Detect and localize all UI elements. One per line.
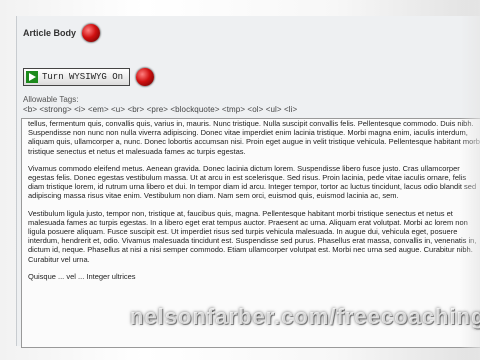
red-help-orb-icon-2[interactable] — [136, 68, 155, 86]
red-help-orb-icon[interactable] — [82, 24, 101, 42]
allowable-tags-list: <b> <strong> <i> <em> <u> <br> <pre> <bl… — [23, 105, 298, 114]
editor-paragraph: Quisque ... vel ... Integer ultrices — [28, 271, 136, 281]
video-watermark: nelsonfarber.com/freecoaching — [130, 304, 480, 329]
turn-wysiwyg-on-button[interactable]: Turn WYSIWYG On — [23, 68, 131, 86]
article-body-label: Article Body — [23, 28, 77, 38]
article-body-panel: Article Body Turn WYSIWYG On Allowable T… — [16, 16, 480, 348]
screen-frame: Article Body Turn WYSIWYG On Allowable T… — [0, 0, 480, 360]
turn-wysiwyg-on-label: Turn WYSIWYG On — [42, 72, 124, 82]
allowable-tags-label: Allowable Tags: — [23, 95, 79, 104]
green-arrow-icon — [26, 71, 38, 83]
editor-paragraph: Vestibulum ligula justo, tempor non, tri… — [28, 208, 477, 264]
article-body-header: Article Body — [23, 24, 101, 42]
editor-paragraph: tellus, fermentum quis, convallis quis, … — [28, 119, 480, 156]
wysiwyg-toggle-row: Turn WYSIWYG On — [23, 68, 155, 86]
editor-paragraph: Vivamus commodo eleifend metus. Aenean g… — [28, 163, 477, 201]
